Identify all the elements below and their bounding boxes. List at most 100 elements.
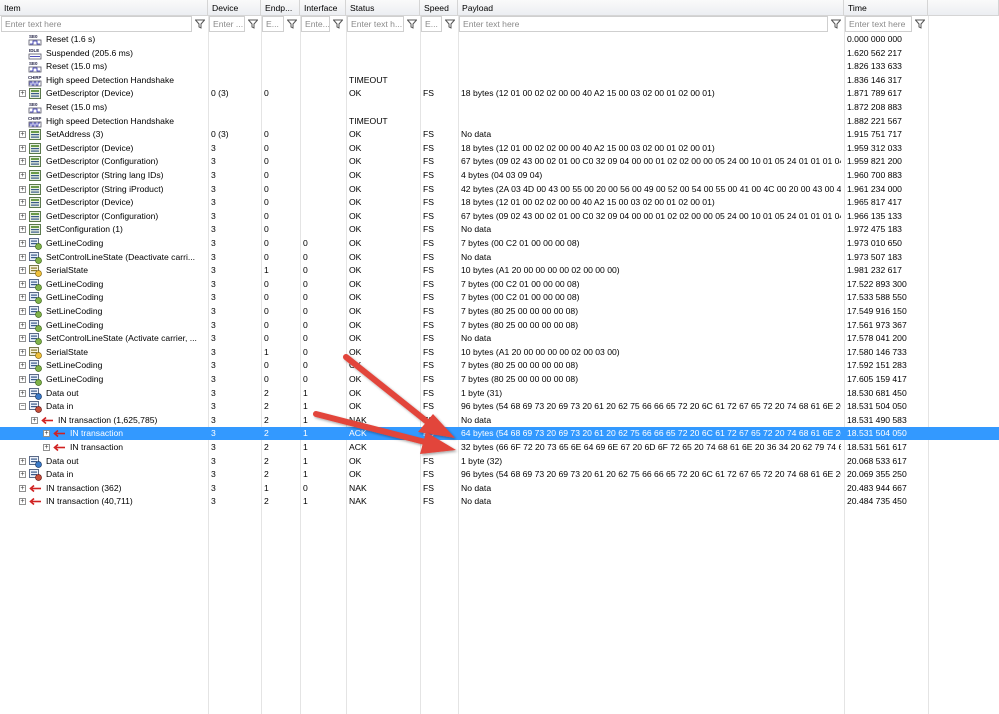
expand-toggle-icon[interactable]: + xyxy=(19,212,26,220)
speed-cell xyxy=(423,47,455,60)
table-row[interactable]: + IN transaction 3 2 1 ACK FS 32 bytes (66 6F 7… xyxy=(0,441,999,454)
expand-toggle-icon[interactable]: + xyxy=(19,498,26,506)
expand-toggle-icon[interactable]: + xyxy=(19,240,26,247)
filter-input-speed[interactable]: E... xyxy=(421,16,442,32)
expand-toggle-icon[interactable]: + xyxy=(31,416,38,424)
expand-toggle-icon[interactable]: + xyxy=(19,484,26,492)
item-cell: GetLineCoding xyxy=(46,319,104,330)
filter-input-interface[interactable]: Ente... xyxy=(301,16,330,32)
table-row[interactable]: + Data in 3 2 1 OK FS 96 bytes (54 68 69 73 20 … xyxy=(0,468,999,482)
table-row[interactable]: + GetDescriptor (Configuration) 3 0 OK FS 67 b… xyxy=(0,210,999,223)
table-row[interactable]: SE0 Reset (15.0 ms) 1.872 208 883 xyxy=(0,101,999,114)
expand-toggle-icon[interactable]: + xyxy=(19,90,26,98)
table-row[interactable]: SE0 Reset (1.6 s) 0.000 000 000 xyxy=(0,33,999,46)
column-header-speed[interactable]: Speed xyxy=(420,0,458,16)
table-row[interactable]: + IN transaction 3 2 1 ACK FS 64 bytes (54 68 6… xyxy=(0,427,999,441)
table-row[interactable]: + GetLineCoding 3 0 0 OK FS 7 bytes (00 C2 01 0… xyxy=(0,278,999,291)
expand-toggle-icon[interactable]: + xyxy=(19,376,26,383)
table-row[interactable]: CHIRP High speed Detection Handshake TIMEO… xyxy=(0,115,999,128)
interface-cell xyxy=(303,210,343,223)
table-row[interactable]: − Data in 3 2 1 OK FS 96 bytes (54 68 69 73 20 … xyxy=(0,400,999,414)
table-row[interactable]: + GetDescriptor (Device) 3 0 OK FS 18 bytes (1… xyxy=(0,142,999,155)
item-cell: Data out xyxy=(46,387,79,398)
table-row[interactable]: + IN transaction (1,625,785) 3 2 1 NAK FS No da… xyxy=(0,414,999,427)
interface-cell: 1 xyxy=(303,469,308,480)
expand-toggle-icon[interactable]: + xyxy=(19,321,26,329)
table-row[interactable]: + SerialState 3 1 0 OK FS 10 bytes (A1 20 00 00… xyxy=(0,346,999,359)
table-row[interactable]: + Data out 3 2 1 OK FS 1 byte (32) 20.068 533 61… xyxy=(0,455,999,468)
collapse-toggle-icon[interactable]: − xyxy=(19,403,26,411)
expand-toggle-icon[interactable]: + xyxy=(19,471,26,479)
expand-toggle-icon[interactable]: + xyxy=(19,185,26,193)
table-row[interactable]: + GetDescriptor (Device) 0 (3) 0 OK FS 18 byte… xyxy=(0,87,999,100)
expand-toggle-icon[interactable]: + xyxy=(19,199,26,207)
expand-toggle-icon[interactable]: + xyxy=(19,253,26,261)
expand-toggle-icon[interactable]: + xyxy=(19,335,26,343)
expand-toggle-icon[interactable]: + xyxy=(19,308,26,315)
filter-input-item[interactable]: Enter text here xyxy=(1,16,192,32)
table-row[interactable]: + SetLineCoding 3 0 0 OK FS 7 bytes (80 25 00 0… xyxy=(0,359,999,373)
table-row[interactable]: + GetDescriptor (String iProduct) 3 0 OK FS 42… xyxy=(0,183,999,196)
table-row[interactable]: + IN transaction (40,711) 3 2 1 NAK FS No data 2… xyxy=(0,495,999,508)
table-row[interactable]: + SetAddress (3) 0 (3) 0 OK FS No data 1.915 75… xyxy=(0,128,999,141)
expand-toggle-icon[interactable]: + xyxy=(43,430,50,438)
table-row[interactable]: + GetLineCoding 3 0 0 OK FS 7 bytes (80 25 00 0… xyxy=(0,319,999,332)
table-row[interactable]: CHIRP High speed Detection Handshake TIMEO… xyxy=(0,74,999,87)
expand-toggle-icon[interactable]: + xyxy=(19,267,26,275)
expand-toggle-icon[interactable]: + xyxy=(19,348,26,356)
item-cell: SerialState xyxy=(46,265,89,276)
filter-funnel-icon[interactable] xyxy=(246,17,260,31)
usb-trace-grid: Item Device Endp... Interface Status Speed Pay… xyxy=(0,0,999,714)
column-header-interface[interactable]: Interface xyxy=(300,0,346,16)
filter-funnel-icon[interactable] xyxy=(913,17,927,31)
control-transfer-icon xyxy=(28,223,42,236)
filter-input-payload[interactable]: Enter text here xyxy=(459,16,828,32)
expand-toggle-icon[interactable]: + xyxy=(43,444,50,451)
expand-toggle-icon[interactable]: + xyxy=(19,389,26,397)
table-row[interactable]: + GetDescriptor (String lang IDs) 3 0 OK FS 4 … xyxy=(0,169,999,182)
expand-toggle-icon[interactable]: + xyxy=(19,172,26,179)
table-row[interactable]: + IN transaction (362) 3 1 0 NAK FS No data 20.4… xyxy=(0,482,999,495)
table-row[interactable]: + SetControlLineState (Deactivate carri..… xyxy=(0,251,999,264)
expand-toggle-icon[interactable]: + xyxy=(19,226,26,234)
status-cell: ACK xyxy=(349,442,367,452)
payload-cell: 10 bytes (A1 20 00 00 00 00 02 00 03 00) xyxy=(461,346,620,357)
table-row[interactable]: + SetControlLineState (Activate carrier, … xyxy=(0,332,999,346)
filter-funnel-icon[interactable] xyxy=(193,17,207,31)
expand-toggle-icon[interactable]: + xyxy=(19,158,26,166)
table-row[interactable]: SE0 Reset (15.0 ms) 1.826 133 633 xyxy=(0,60,999,73)
table-row[interactable]: + GetLineCoding 3 0 0 OK FS 7 bytes (00 C2 01 0… xyxy=(0,291,999,305)
table-row[interactable]: + SetLineCoding 3 0 0 OK FS 7 bytes (80 25 00 0… xyxy=(0,305,999,318)
filter-input-endpoint[interactable]: E... xyxy=(262,16,284,32)
column-header-payload[interactable]: Payload xyxy=(458,0,844,16)
expand-toggle-icon[interactable]: + xyxy=(19,362,26,370)
filter-input-device[interactable]: Enter ... xyxy=(209,16,245,32)
expand-toggle-icon[interactable]: + xyxy=(19,144,26,152)
table-row[interactable]: + GetLineCoding 3 0 0 OK FS 7 bytes (00 C2 01 0… xyxy=(0,237,999,250)
table-row[interactable]: IDLE Suspended (205.6 ms) 1.620 562 217 xyxy=(0,47,999,60)
table-row[interactable]: + SerialState 3 1 0 OK FS 10 bytes (A1 20 00 00… xyxy=(0,264,999,278)
column-header-device[interactable]: Device xyxy=(208,0,261,16)
filter-input-time[interactable]: Enter text here xyxy=(845,16,912,32)
filter-funnel-icon[interactable] xyxy=(331,17,345,31)
expand-toggle-icon[interactable]: + xyxy=(19,457,26,465)
column-header-item[interactable]: Item xyxy=(0,0,208,16)
endpoint-cell: 0 xyxy=(264,129,269,140)
table-row[interactable]: + SetConfiguration (1) 3 0 OK FS No data 1.972 … xyxy=(0,223,999,236)
column-header-status[interactable]: Status xyxy=(346,0,420,16)
table-row[interactable]: + GetDescriptor (Configuration) 3 0 OK FS 67 b… xyxy=(0,155,999,168)
column-header-time[interactable]: Time xyxy=(844,0,928,16)
filter-input-status[interactable]: Enter text h... xyxy=(347,16,404,32)
filter-funnel-icon[interactable] xyxy=(443,17,457,31)
table-row[interactable]: + GetLineCoding 3 0 0 OK FS 7 bytes (80 25 00 0… xyxy=(0,373,999,386)
filter-funnel-icon[interactable] xyxy=(405,17,419,31)
expand-toggle-icon[interactable]: + xyxy=(19,280,26,288)
expand-toggle-icon[interactable]: + xyxy=(19,131,26,139)
column-header-endpoint[interactable]: Endp... xyxy=(261,0,300,16)
table-row[interactable]: + GetDescriptor (Device) 3 0 OK FS 18 bytes (1… xyxy=(0,196,999,209)
filter-funnel-icon[interactable] xyxy=(285,17,299,31)
expand-toggle-icon[interactable]: + xyxy=(19,294,26,302)
filter-funnel-icon[interactable] xyxy=(829,17,843,31)
speed-cell: FS xyxy=(423,210,434,221)
table-row[interactable]: + Data out 3 2 1 OK FS 1 byte (31) 18.530 681 45… xyxy=(0,387,999,400)
